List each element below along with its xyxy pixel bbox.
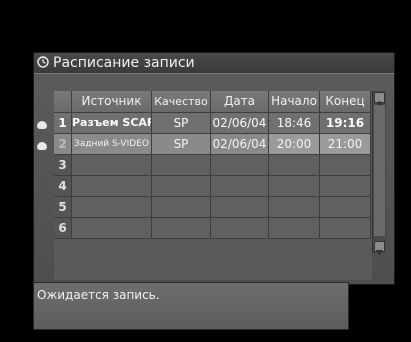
row-quality [152,197,211,218]
row-source: Задний S-VIDEO [72,134,152,155]
row-end [320,155,371,176]
table-filler [54,239,371,254]
timer-icon [37,142,47,150]
scroll-down-icon[interactable] [374,241,385,256]
row-number: 1 [54,113,72,134]
row-end [320,176,371,197]
row-quality [152,155,211,176]
row-source [72,218,152,239]
row-date [211,218,269,239]
scroll-up-icon[interactable] [374,92,385,106]
header-quality: Качество [152,91,211,113]
header-end: Конец [320,91,371,113]
schedule-table: Источник Качество Дата Начало Конец 1 Ра… [54,91,372,280]
scroll-thumb[interactable] [374,105,385,236]
row-source [72,197,152,218]
row-date: 02/06/04 [211,113,269,134]
row-end: 21:00 [320,134,371,155]
row-date: 02/06/04 [211,134,269,155]
row-source [72,155,152,176]
header-date: Дата [211,91,269,113]
scrollbar[interactable] [372,91,386,256]
titlebar: Расписание записи [34,53,394,74]
chevron-down-icon [376,250,383,256]
row-quality [152,218,211,239]
tv-screen: Расписание записи Источник Качество Дата… [0,0,411,342]
row-end: 19:16 [320,113,371,134]
page-title: Расписание записи [53,55,195,71]
row-source [72,176,152,197]
row-end [320,197,371,218]
row-quality [152,176,211,197]
row-start [269,155,320,176]
header-source: Источник [72,91,152,113]
row-end [320,218,371,239]
row-start [269,176,320,197]
header-num [54,91,72,113]
clock-icon [37,56,49,68]
row-number: 5 [54,197,72,218]
row-start [269,197,320,218]
row-date [211,197,269,218]
row-start: 20:00 [269,134,320,155]
row-start [269,218,320,239]
row-source: Разъем SCAR [72,113,152,134]
row-date [211,176,269,197]
row-quality: SP [152,113,211,134]
row-number: 3 [54,155,72,176]
row-number: 2 [54,134,72,155]
status-bar: Ожидается запись. [33,282,349,330]
row-number: 4 [54,176,72,197]
row-start: 18:46 [269,113,320,134]
status-message: Ожидается запись. [37,288,160,302]
row-quality: SP [152,134,211,155]
row-number: 6 [54,218,72,239]
row-date [211,155,269,176]
header-start: Начало [269,91,320,113]
timer-icon [37,121,47,129]
